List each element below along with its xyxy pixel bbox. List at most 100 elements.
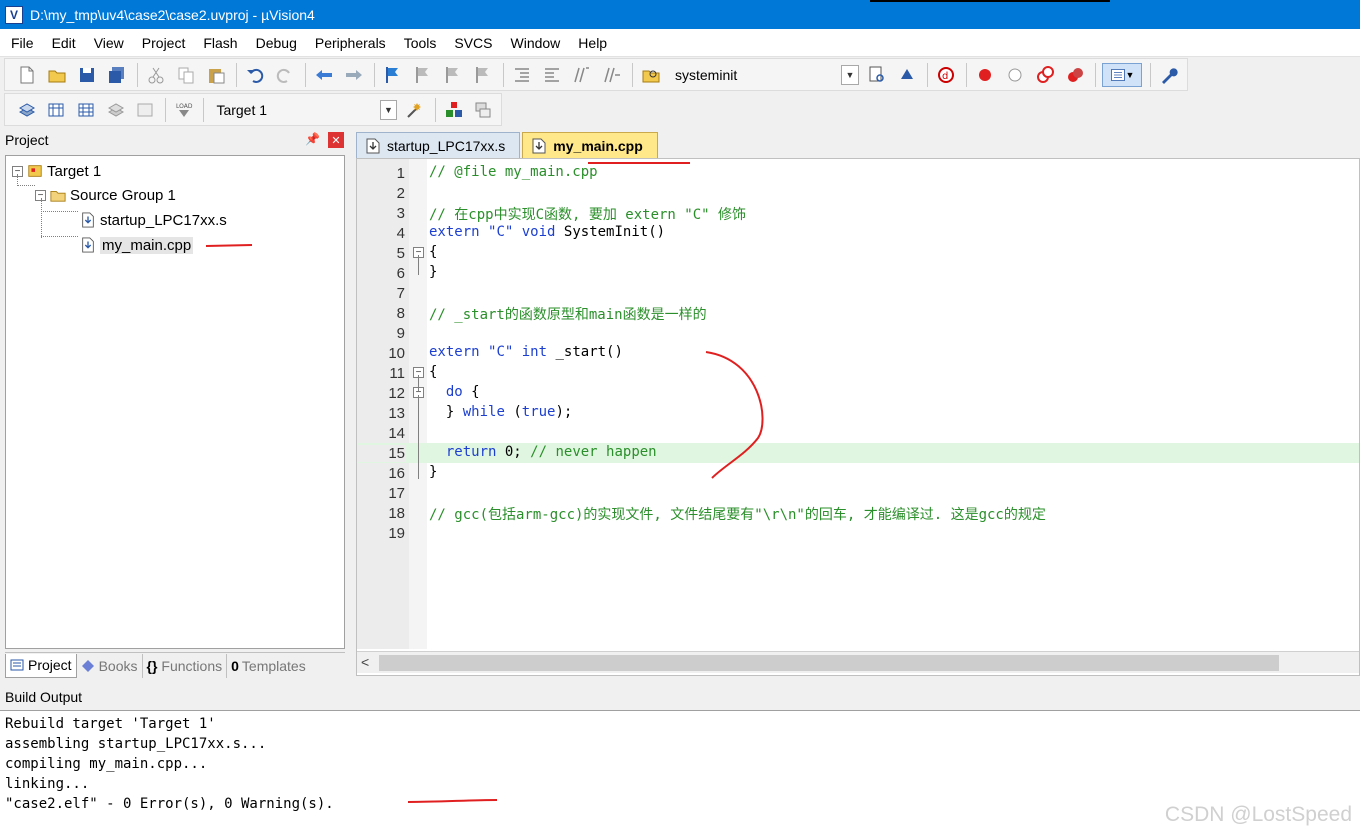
- find-combo-dropdown-icon[interactable]: ▼: [841, 64, 859, 85]
- manage-components-icon[interactable]: [442, 98, 466, 122]
- books-icon: [81, 659, 94, 672]
- menu-window[interactable]: Window: [500, 35, 568, 51]
- project-panel-tabs: Project Books {} Functions 0 Templates: [5, 652, 345, 678]
- incremental-find-icon[interactable]: [895, 63, 919, 87]
- new-file-icon[interactable]: [15, 63, 39, 87]
- target-options-icon[interactable]: [403, 98, 427, 122]
- tree-node-target[interactable]: − Target 1: [12, 160, 101, 182]
- paste-icon[interactable]: [204, 63, 228, 87]
- toolbar-separator: [503, 62, 504, 87]
- save-icon[interactable]: [75, 63, 99, 87]
- configure-wrench-icon[interactable]: [1157, 63, 1181, 87]
- code-keyword: extern: [429, 344, 480, 360]
- navigate-back-icon[interactable]: [312, 63, 336, 87]
- line-number: 15: [357, 445, 405, 462]
- find-combo-value[interactable]: systeminit: [675, 67, 835, 83]
- menu-view[interactable]: View: [83, 35, 131, 51]
- tab-books[interactable]: Books: [77, 653, 143, 678]
- indent-icon[interactable]: [510, 63, 534, 87]
- find-in-files-icon[interactable]: [639, 63, 663, 87]
- code-keyword: return: [445, 444, 497, 460]
- tree-file-my-main[interactable]: my_main.cpp: [80, 234, 194, 256]
- breakpoint-disable-icon[interactable]: [1003, 63, 1027, 87]
- toolbar-separator: [137, 62, 138, 87]
- tree-label-my-main: my_main.cpp: [100, 236, 194, 254]
- line-number: 14: [388, 425, 405, 442]
- horizontal-scrollbar[interactable]: <: [357, 651, 1359, 673]
- editor-tabs: startup_LPC17xx.s my_main.cpp: [356, 130, 660, 158]
- editor-tab-startup[interactable]: startup_LPC17xx.s: [356, 132, 521, 158]
- menu-edit[interactable]: Edit: [41, 35, 83, 51]
- redo-icon[interactable]: [273, 63, 297, 87]
- toolbar-separator: [1095, 62, 1096, 87]
- find-icon[interactable]: [865, 63, 889, 87]
- folder-icon: [50, 191, 66, 202]
- breakpoint-disable-all-icon[interactable]: [1033, 63, 1057, 87]
- line-number: 5: [396, 245, 405, 262]
- window-layout-icon[interactable]: ▼: [1102, 62, 1142, 87]
- bookmark-next-icon[interactable]: [441, 63, 465, 87]
- menu-svcs[interactable]: SVCS: [443, 35, 499, 51]
- save-all-icon[interactable]: [105, 63, 129, 87]
- tree-file-startup[interactable]: startup_LPC17xx.s: [80, 209, 227, 231]
- tree-node-source-group[interactable]: − Source Group 1: [35, 184, 176, 206]
- code-text: // _start的函数原型和main函数是一样的: [429, 307, 707, 323]
- pin-icon[interactable]: 📌: [305, 132, 320, 146]
- line-number: 9: [396, 325, 405, 342]
- tree-label-source-group: Source Group 1: [70, 186, 176, 204]
- svg-text:LOAD: LOAD: [176, 103, 193, 110]
- close-icon[interactable]: ✕: [328, 132, 344, 148]
- uvision-app-icon: V: [5, 5, 23, 24]
- fold-guide: [418, 375, 419, 391]
- menu-help[interactable]: Help: [567, 35, 614, 51]
- unindent-icon[interactable]: [540, 63, 564, 87]
- tab-templates[interactable]: 0 Templates: [227, 654, 310, 678]
- menu-project[interactable]: Project: [131, 35, 193, 51]
- code-text: SystemInit(): [563, 224, 666, 240]
- bookmark-insert-icon[interactable]: [381, 63, 405, 87]
- toolbar-separator: [1150, 62, 1151, 87]
- code-line: 12− do {: [357, 383, 1359, 403]
- code-text: // gcc(包括arm-gcc)的实现文件, 文件结尾要有"\r\n"的回车,…: [429, 507, 1046, 523]
- scroll-left-icon[interactable]: <: [361, 654, 369, 670]
- bookmark-prev-icon[interactable]: [411, 63, 435, 87]
- code-editor[interactable]: 1 // @file my_main.cpp 2 3 // 在cpp中实现C函数, …: [356, 158, 1360, 676]
- debug-start-icon[interactable]: d: [934, 63, 958, 87]
- navigate-forward-icon[interactable]: [342, 63, 366, 87]
- build-output-line: assembling startup_LPC17xx.s...: [5, 736, 267, 752]
- target-combo-value[interactable]: Target 1: [216, 102, 373, 118]
- rebuild-icon[interactable]: [74, 98, 98, 122]
- batch-build-icon[interactable]: [104, 98, 128, 122]
- code-comment: // never happen: [530, 444, 657, 460]
- build-toolbar: LOAD Target 1 ▼: [4, 93, 502, 126]
- breakpoint-kill-all-icon[interactable]: [1063, 63, 1087, 87]
- copy-icon[interactable]: [174, 63, 198, 87]
- build-icon[interactable]: [45, 98, 69, 122]
- stop-build-icon[interactable]: [133, 98, 157, 122]
- bookmark-clear-icon[interactable]: [471, 63, 495, 87]
- translate-icon[interactable]: [15, 98, 39, 122]
- code-text: // @file my_main.cpp: [429, 164, 598, 180]
- menu-debug[interactable]: Debug: [245, 35, 304, 51]
- undo-icon[interactable]: [243, 63, 267, 87]
- tab-functions-label: Functions: [161, 657, 223, 674]
- menu-file[interactable]: File: [0, 35, 41, 51]
- breakpoint-insert-icon[interactable]: [973, 63, 997, 87]
- comment-icon[interactable]: [570, 63, 594, 87]
- menu-bar: File Edit View Project Flash Debug Perip…: [0, 29, 1360, 57]
- line-number: 2: [396, 185, 405, 202]
- editor-tab-my-main[interactable]: my_main.cpp: [522, 132, 658, 158]
- build-output-text[interactable]: Rebuild target 'Target 1' assembling sta…: [0, 710, 1360, 833]
- menu-tools[interactable]: Tools: [393, 35, 444, 51]
- target-combo-dropdown-icon[interactable]: ▼: [379, 99, 398, 120]
- cut-icon[interactable]: [144, 63, 168, 87]
- menu-peripherals[interactable]: Peripherals: [304, 35, 393, 51]
- tab-project[interactable]: Project: [5, 653, 77, 678]
- tab-functions[interactable]: {} Functions: [143, 653, 228, 678]
- file-extensions-icon[interactable]: [471, 98, 495, 122]
- open-folder-icon[interactable]: [45, 63, 69, 87]
- download-load-icon[interactable]: LOAD: [172, 98, 196, 122]
- menu-flash[interactable]: Flash: [192, 35, 244, 51]
- scrollbar-thumb[interactable]: [379, 655, 1279, 671]
- uncomment-icon[interactable]: [600, 63, 624, 87]
